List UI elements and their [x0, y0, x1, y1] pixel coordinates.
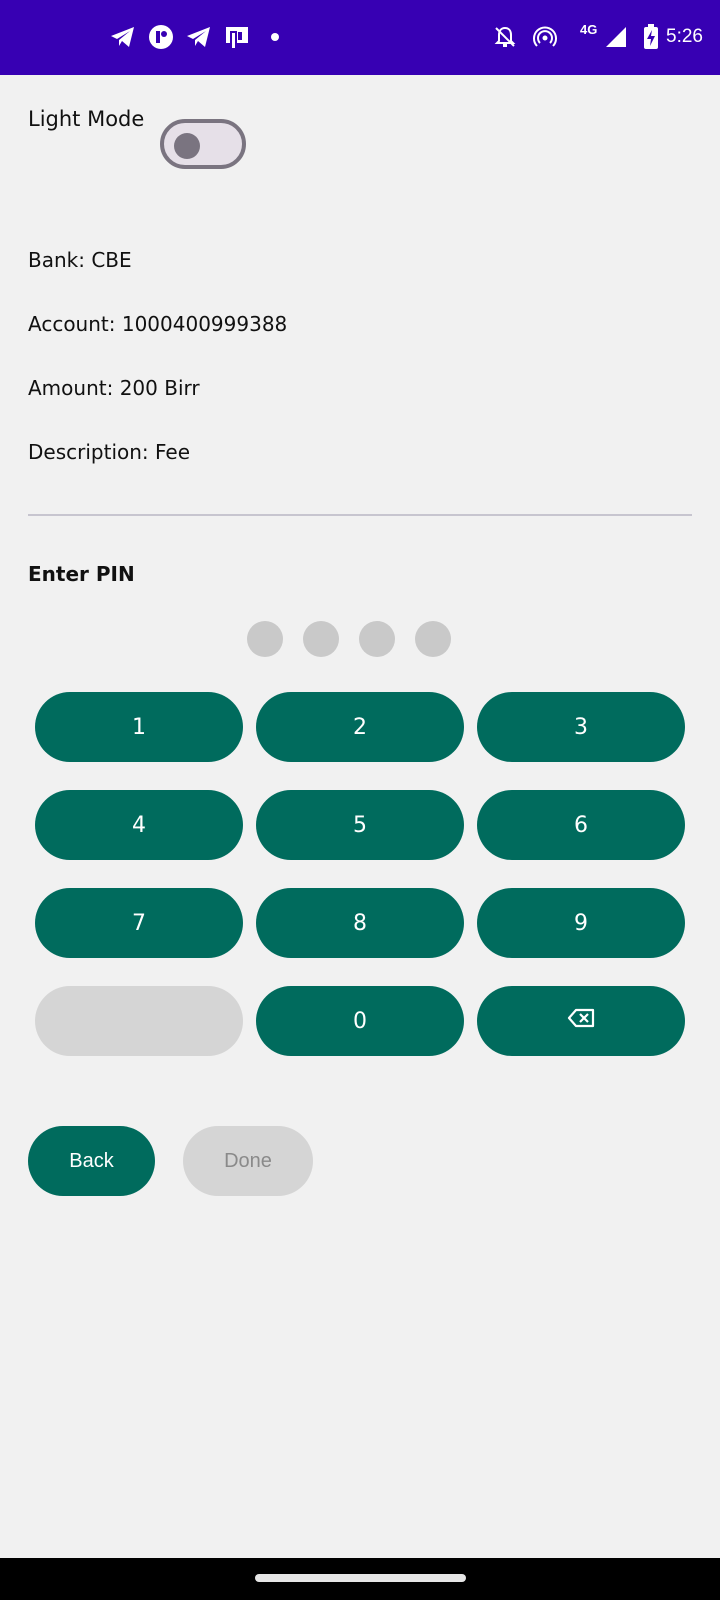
done-button[interactable]: Done: [183, 1126, 313, 1196]
status-time: 5:26: [666, 26, 703, 47]
light-mode-toggle[interactable]: [160, 119, 246, 169]
pin-dot: [247, 621, 283, 657]
back-button[interactable]: Back: [28, 1126, 155, 1196]
bank-detail: Bank: CBE: [28, 248, 132, 272]
status-bar: 4G 5:26: [0, 0, 720, 75]
pin-dot: [415, 621, 451, 657]
key-4[interactable]: 4: [35, 790, 243, 860]
backspace-button[interactable]: [477, 986, 685, 1056]
divider: [28, 514, 692, 516]
account-detail: Account: 1000400999388: [28, 312, 288, 336]
home-gesture-handle[interactable]: [255, 1574, 466, 1582]
key-3[interactable]: 3: [477, 692, 685, 762]
payment-app-icon: [224, 24, 250, 50]
backspace-icon: [567, 1008, 595, 1034]
dot-icon: [262, 24, 288, 50]
key-5[interactable]: 5: [256, 790, 464, 860]
key-8[interactable]: 8: [256, 888, 464, 958]
pin-dot: [303, 621, 339, 657]
key-1[interactable]: 1: [35, 692, 243, 762]
description-detail: Description: Fee: [28, 440, 191, 464]
telegram-icon: [186, 24, 212, 50]
pin-dot: [359, 621, 395, 657]
network-type: 4G: [580, 22, 598, 37]
key-blank: [35, 986, 243, 1056]
toggle-knob: [174, 133, 200, 159]
key-9[interactable]: 9: [477, 888, 685, 958]
key-0[interactable]: 0: [256, 986, 464, 1056]
battery-charging-icon: [638, 24, 664, 50]
key-6[interactable]: 6: [477, 790, 685, 860]
pin-title: Enter PIN: [28, 562, 135, 586]
key-7[interactable]: 7: [35, 888, 243, 958]
app-notification-icon: [148, 24, 174, 50]
amount-detail: Amount: 200 Birr: [28, 376, 200, 400]
light-mode-label: Light Mode: [28, 107, 145, 131]
navigation-bar: [0, 1558, 720, 1600]
telegram-icon: [110, 24, 136, 50]
key-2[interactable]: 2: [256, 692, 464, 762]
hotspot-icon: [532, 24, 558, 50]
signal-icon: [603, 24, 629, 50]
notifications-off-icon: [492, 24, 518, 50]
